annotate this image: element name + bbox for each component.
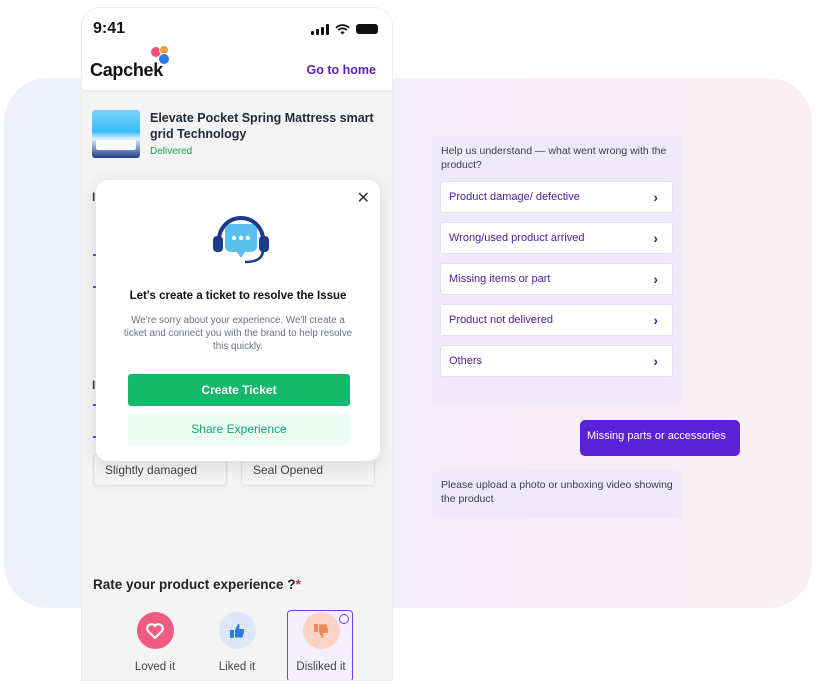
signal-icon — [311, 23, 329, 35]
chevron-right-icon: › — [653, 230, 658, 246]
battery-icon — [356, 24, 378, 34]
modal-title: Let's create a ticket to resolve the Iss… — [129, 290, 347, 302]
product-summary: Elevate Pocket Spring Mattress smart gri… — [92, 110, 382, 158]
logo-reaction-icons — [150, 44, 174, 66]
user-reply-bubble: Missing parts or accessories — [580, 420, 740, 456]
app-header: Capchek Go to home — [82, 44, 392, 90]
brand-logo[interactable]: Capchek — [90, 44, 170, 81]
rating-loved[interactable]: Loved it — [123, 612, 187, 673]
option-product-damage[interactable]: Product damage/ defective › — [440, 181, 673, 213]
share-experience-button[interactable]: Share Experience — [128, 413, 350, 445]
rating-options: Loved it Liked it Disliked it — [123, 610, 363, 680]
option-label: Missing items or part — [449, 273, 551, 285]
status-bar: 9:41 — [82, 8, 392, 50]
status-time: 9:41 — [93, 20, 126, 37]
create-ticket-modal: ✕ Let's create a ticket to resolve the I… — [96, 180, 380, 461]
stage: 9:41 Capchek Go to home Elevate Pocket S… — [0, 0, 816, 689]
required-mark: * — [295, 577, 301, 592]
hidden-section-heading: I — [92, 190, 96, 204]
chevron-right-icon: › — [653, 271, 658, 287]
modal-body: We're sorry about your experience. We'll… — [123, 315, 353, 352]
chat-question: Help us understand — what went wrong wit… — [441, 145, 667, 171]
option-others[interactable]: Others › — [440, 345, 673, 377]
rating-liked[interactable]: Liked it — [205, 612, 269, 673]
create-ticket-button[interactable]: Create Ticket — [128, 374, 350, 406]
status-icons — [311, 23, 378, 35]
chevron-right-icon: › — [653, 353, 658, 369]
option-label: Product not delivered — [449, 314, 553, 326]
chat-question-card: Help us understand — what went wrong wit… — [432, 136, 682, 404]
rating-label: Disliked it — [296, 661, 346, 673]
option-label: Wrong/used product arrived — [449, 232, 585, 244]
option-missing-items[interactable]: Missing items or part › — [440, 263, 673, 295]
option-wrong-product[interactable]: Wrong/used product arrived › — [440, 222, 673, 254]
product-image — [92, 110, 140, 158]
chevron-right-icon: › — [653, 189, 658, 205]
rating-title: Rate your product experience ?* — [93, 577, 301, 592]
wifi-icon — [335, 23, 350, 34]
option-label: Others — [449, 355, 483, 367]
rating-label: Liked it — [218, 661, 256, 673]
thumbs-down-icon — [302, 612, 340, 649]
upload-prompt-bubble: Please upload a photo or unboxing video … — [432, 471, 682, 519]
heart-icon — [136, 612, 174, 649]
like-badge-icon — [158, 52, 170, 65]
rating-label: Loved it — [134, 661, 176, 673]
thumbs-up-icon — [218, 612, 256, 649]
product-title: Elevate Pocket Spring Mattress smart gri… — [150, 111, 374, 141]
go-to-home-link[interactable]: Go to home — [307, 63, 376, 77]
chevron-right-icon: › — [653, 312, 658, 328]
delivery-status: Delivered — [150, 146, 193, 157]
rating-disliked[interactable]: Disliked it — [289, 612, 353, 673]
close-icon[interactable]: ✕ — [357, 188, 370, 208]
option-label: Product damage/ defective — [449, 191, 580, 203]
option-not-delivered[interactable]: Product not delivered › — [440, 304, 673, 336]
support-headset-icon — [213, 216, 269, 264]
hidden-section-heading: I — [92, 378, 96, 392]
rating-title-text: Rate your product experience ? — [93, 577, 296, 592]
